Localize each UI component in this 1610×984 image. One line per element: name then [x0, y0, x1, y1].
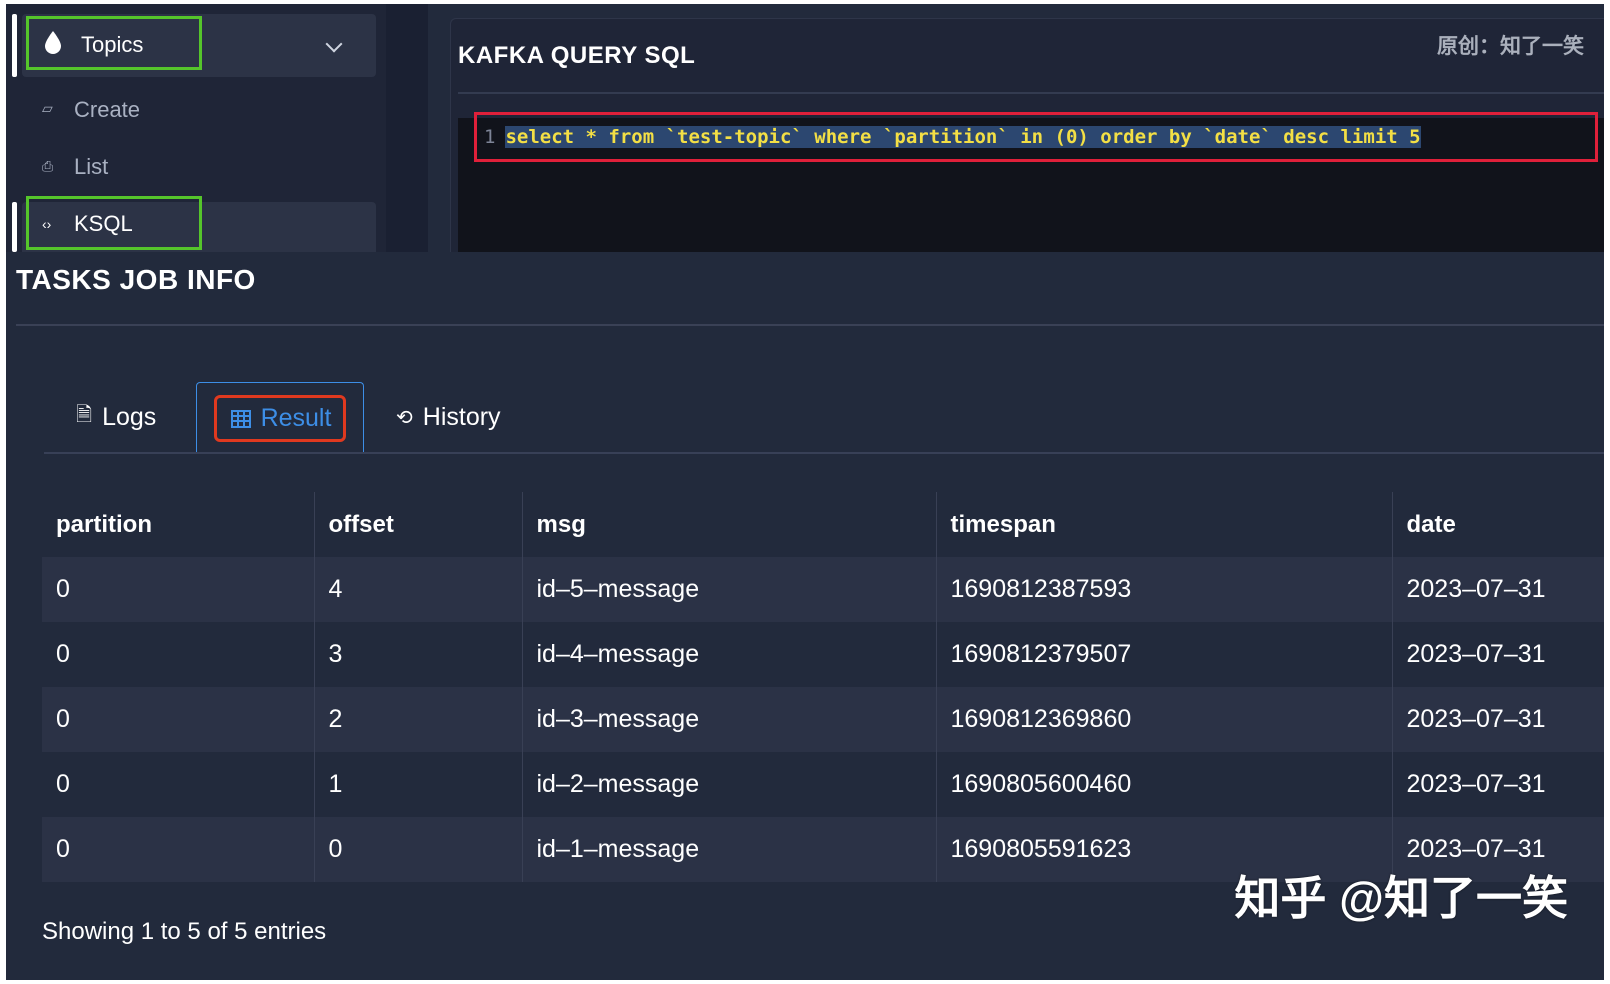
tab-result-label: Result [261, 404, 332, 433]
edit-icon: ▱ [42, 100, 53, 117]
divider [458, 92, 1604, 94]
table-row: 0 2 id–3–message 1690812369860 2023–07–3… [42, 687, 1604, 752]
editor-title: KAFKA QUERY SQL [458, 42, 695, 70]
tab-logs-label: Logs [102, 403, 156, 432]
cell-timespan: 1690812379507 [936, 622, 1392, 687]
cell-offset: 3 [314, 622, 522, 687]
cell-date: 2023–07–31 [1392, 622, 1604, 687]
watermark-zhihu: 知乎 @知了一笑 [1234, 862, 1568, 928]
cell-partition: 0 [42, 752, 314, 817]
chevron-down-icon[interactable] [326, 36, 343, 53]
highlight-sql [474, 112, 1598, 162]
sidebar-item-list[interactable]: List [74, 154, 108, 180]
tabs-divider [44, 452, 1604, 454]
cell-timespan: 1690812369860 [936, 687, 1392, 752]
tab-history[interactable]: ⟲ History [396, 382, 501, 452]
table-row: 0 4 id–5–message 1690812387593 2023–07–3… [42, 557, 1604, 622]
app-window: Topics ▱ Create ⎙ List ‹› KSQL KAFKA QUE… [6, 4, 1604, 980]
drop-icon [44, 30, 62, 54]
result-table: partition offset msg timespan date 0 4 i… [42, 492, 1604, 882]
active-rail [12, 14, 17, 77]
cell-msg: id–5–message [522, 557, 936, 622]
cell-offset: 2 [314, 687, 522, 752]
cell-offset: 1 [314, 752, 522, 817]
cell-date: 2023–07–31 [1392, 752, 1604, 817]
cell-offset: 4 [314, 557, 522, 622]
cell-date: 2023–07–31 [1392, 687, 1604, 752]
cell-offset: 0 [314, 817, 522, 882]
tab-result[interactable]: Result [196, 382, 364, 454]
cell-partition: 0 [42, 817, 314, 882]
table-header-row: partition offset msg timespan date [42, 492, 1604, 557]
active-rail [12, 202, 17, 252]
column-header-date[interactable]: date [1392, 492, 1604, 557]
tasks-panel: TASKS JOB INFO 🗎 Logs Result ⟲ History [6, 252, 1604, 980]
sidebar-item-ksql-label: KSQL [74, 211, 133, 237]
cell-partition: 0 [42, 622, 314, 687]
cell-msg: id–4–message [522, 622, 936, 687]
cell-msg: id–3–message [522, 687, 936, 752]
cell-msg: id–2–message [522, 752, 936, 817]
highlight-result: Result [214, 395, 347, 442]
print-icon: ⎙ [42, 158, 53, 175]
pagination-info: Showing 1 to 5 of 5 entries [42, 918, 326, 946]
table-row: 0 3 id–4–message 1690812379507 2023–07–3… [42, 622, 1604, 687]
divider [16, 324, 1604, 326]
column-header-msg[interactable]: msg [522, 492, 936, 557]
tab-logs[interactable]: 🗎 Logs [76, 382, 156, 452]
sidebar: Topics ▱ Create ⎙ List ‹› KSQL [6, 4, 386, 252]
document-icon: 🗎 [76, 400, 92, 434]
table-icon [231, 410, 251, 428]
sidebar-item-create[interactable]: Create [74, 97, 140, 123]
tab-history-label: History [423, 403, 501, 432]
sidebar-divider [386, 4, 428, 252]
cell-partition: 0 [42, 557, 314, 622]
cell-timespan: 1690805600460 [936, 752, 1392, 817]
watermark-original: 原创：知了一笑 [1437, 30, 1584, 60]
cell-msg: id–1–message [522, 817, 936, 882]
table-row: 0 1 id–2–message 1690805600460 2023–07–3… [42, 752, 1604, 817]
history-icon: ⟲ [396, 405, 413, 430]
tasks-title: TASKS JOB INFO [16, 264, 256, 296]
cell-date: 2023–07–31 [1392, 557, 1604, 622]
cell-partition: 0 [42, 687, 314, 752]
column-header-partition[interactable]: partition [42, 492, 314, 557]
sidebar-group-label: Topics [81, 32, 143, 58]
column-header-timespan[interactable]: timespan [936, 492, 1392, 557]
column-header-offset[interactable]: offset [314, 492, 522, 557]
code-icon: ‹› [42, 216, 51, 232]
cell-timespan: 1690812387593 [936, 557, 1392, 622]
